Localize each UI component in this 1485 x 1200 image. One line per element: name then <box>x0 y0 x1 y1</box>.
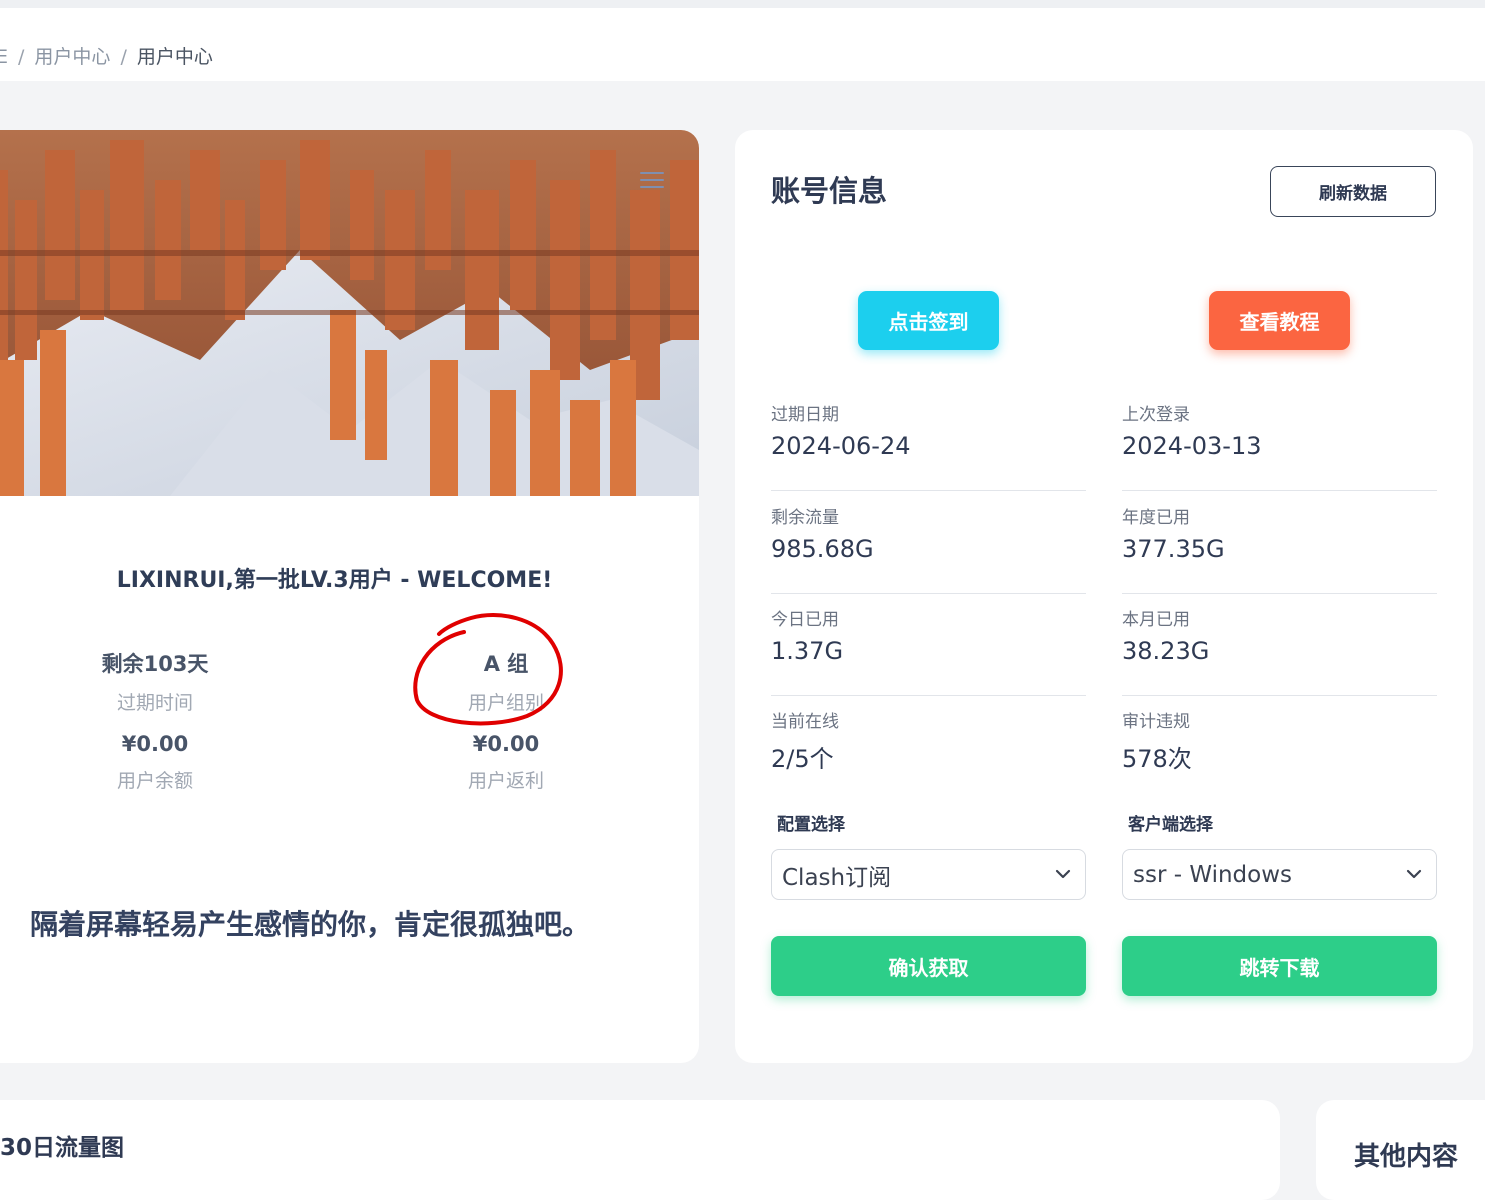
breadcrumb: E / 用户中心 / 用户中心 <box>0 42 213 69</box>
info-remaining-traffic: 剩余流量 985.68G <box>771 491 1086 594</box>
breadcrumb-separator: / <box>120 46 127 68</box>
info-online: 当前在线 2/5个 <box>771 695 1086 797</box>
info-label: 上次登录 <box>1122 405 1190 425</box>
hero-image <box>0 130 699 496</box>
breadcrumb-bar: E / 用户中心 / 用户中心 <box>0 8 1485 81</box>
chevron-down-icon <box>1406 869 1422 879</box>
stat-balance: ¥0.00 用户余额 <box>55 732 255 793</box>
info-value: 38.23G <box>1122 637 1210 665</box>
info-yearly-used: 年度已用 377.35G <box>1122 491 1437 594</box>
info-label: 当前在线 <box>771 712 839 732</box>
breadcrumb-item-user-center[interactable]: 用户中心 <box>34 42 110 69</box>
tutorial-button[interactable]: 查看教程 <box>1209 291 1350 350</box>
config-select-label: 配置选择 <box>777 815 845 835</box>
info-value: 2/5个 <box>771 745 834 773</box>
menu-icon[interactable] <box>640 172 664 190</box>
stat-balance-value: ¥0.00 <box>121 732 189 756</box>
client-select-label: 客户端选择 <box>1128 815 1213 835</box>
stat-rebate-value: ¥0.00 <box>472 732 540 756</box>
stat-expiry: 剩余103天 过期时间 <box>55 648 255 715</box>
info-label: 审计违规 <box>1122 712 1190 732</box>
info-value: 377.35G <box>1122 535 1225 563</box>
other-content-card: 其他内容 <box>1316 1100 1485 1200</box>
quote-text: 隔着屏幕轻易产生感情的你，肯定很孤独吧。 <box>30 908 591 941</box>
breadcrumb-separator: / <box>18 46 25 68</box>
client-select-value: ssr - Windows <box>1133 861 1293 888</box>
stat-balance-label: 用户余额 <box>116 770 193 792</box>
stat-rebate: ¥0.00 用户返利 <box>406 732 606 793</box>
info-value: 2024-06-24 <box>771 432 911 460</box>
checkin-button[interactable]: 点击签到 <box>858 291 999 350</box>
info-month-used: 本月已用 38.23G <box>1122 593 1437 696</box>
config-select[interactable]: Clash订阅 <box>771 849 1086 900</box>
profile-card: LIXINRUI,第一批LV.3用户 - WELCOME! 剩余103天 过期时… <box>0 130 699 1063</box>
confirm-get-button[interactable]: 确认获取 <box>771 936 1086 996</box>
info-label: 今日已用 <box>771 610 839 630</box>
stat-days-value: 剩余103天 <box>101 652 209 676</box>
info-label: 过期日期 <box>771 405 839 425</box>
stat-rebate-label: 用户返利 <box>467 770 544 792</box>
breadcrumb-current: 用户中心 <box>136 46 213 68</box>
account-title: 账号信息 <box>771 174 888 208</box>
breadcrumb-home[interactable]: E <box>0 46 8 68</box>
red-annotation-circle <box>413 613 563 726</box>
info-today-used: 今日已用 1.37G <box>771 593 1086 696</box>
other-content-title: 其他内容 <box>1354 1142 1459 1172</box>
info-audit-violations: 审计违规 578次 <box>1122 695 1437 797</box>
top-strip <box>0 0 1485 8</box>
welcome-text: LIXINRUI,第一批LV.3用户 - WELCOME! <box>116 568 553 593</box>
info-label: 本月已用 <box>1122 610 1190 630</box>
download-button[interactable]: 跳转下载 <box>1122 936 1437 996</box>
info-value: 2024-03-13 <box>1122 432 1262 460</box>
info-label: 年度已用 <box>1122 508 1190 528</box>
info-value: 985.68G <box>771 535 874 563</box>
account-card: 账号信息 刷新数据 点击签到 查看教程 过期日期 2024-06-24 上次登录… <box>735 130 1473 1063</box>
info-label: 剩余流量 <box>771 508 839 528</box>
config-select-value: Clash订阅 <box>782 864 892 891</box>
info-value: 1.37G <box>771 637 844 665</box>
stat-days-label: 过期时间 <box>116 692 193 714</box>
info-expiry-date: 过期日期 2024-06-24 <box>771 388 1086 491</box>
info-value: 578次 <box>1122 745 1192 773</box>
traffic-chart-title: 30日流量图 <box>0 1135 125 1161</box>
info-last-login: 上次登录 2024-03-13 <box>1122 388 1437 491</box>
client-select[interactable]: ssr - Windows <box>1122 849 1437 900</box>
refresh-button[interactable]: 刷新数据 <box>1270 166 1436 217</box>
traffic-chart-card: 30日流量图 <box>0 1100 1280 1200</box>
chevron-down-icon <box>1055 869 1071 879</box>
